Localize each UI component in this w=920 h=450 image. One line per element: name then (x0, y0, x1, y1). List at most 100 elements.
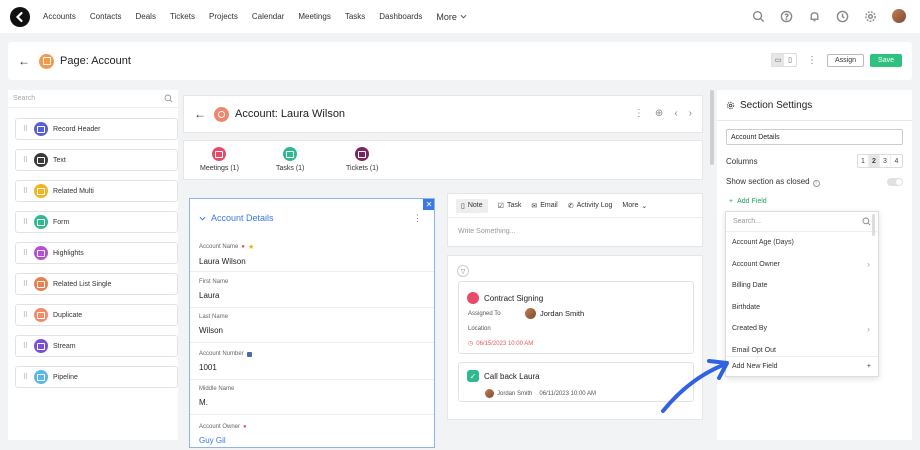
save-button[interactable]: Save (870, 53, 902, 67)
columns-row: Columns 1 2 3 4 (726, 154, 903, 168)
chevron-left-icon[interactable]: ‹ (674, 108, 677, 119)
palette-search-input[interactable]: Search (8, 90, 178, 108)
field-middle-name[interactable]: Middle Name M. (199, 386, 427, 407)
dropdown-item[interactable]: Birthdate (726, 297, 878, 319)
related-meetings[interactable]: Meetings (1) (200, 147, 239, 172)
palette-item[interactable]: ⠿ Form (15, 211, 178, 233)
mobile-icon[interactable]: ▯ (784, 54, 796, 66)
canvas-scrollbar[interactable] (710, 90, 714, 165)
tab-more[interactable]: More ⌄ (622, 202, 647, 210)
user-avatar[interactable] (892, 9, 906, 23)
check-icon[interactable]: ✓ (467, 370, 479, 382)
target-icon[interactable]: ⊕ (655, 108, 663, 119)
component-icon (34, 277, 48, 291)
assign-button[interactable]: Assign (827, 53, 865, 67)
section-more-icon[interactable]: ⋮ (413, 213, 422, 224)
card-title: Contract Signing (467, 292, 543, 304)
nav-meetings[interactable]: Meetings (298, 12, 330, 21)
palette-item[interactable]: ⠿ Stream (15, 335, 178, 357)
add-field-button[interactable]: + Add Field (729, 198, 767, 205)
bell-icon[interactable] (808, 10, 821, 23)
nav-contacts[interactable]: Contacts (90, 12, 122, 21)
add-new-field-button[interactable]: Add New Field + (726, 356, 878, 376)
dropdown-search-input[interactable]: Search... (726, 212, 878, 232)
nav-more-menu[interactable]: More (436, 12, 467, 22)
note-input[interactable]: Write Something... (448, 217, 702, 244)
assigned-label: Assigned To (468, 311, 501, 317)
field-last-name[interactable]: Last Name Wilson (199, 314, 427, 335)
related-tickets[interactable]: Tickets (1) (346, 147, 378, 172)
tab-email[interactable]: ✉ Email (531, 202, 557, 210)
drag-handle-icon[interactable]: ⠿ (19, 342, 31, 350)
field-value: Laura (199, 291, 220, 300)
palette-item[interactable]: ⠿ Record Header (15, 118, 178, 140)
dropdown-item[interactable]: Account Age (Days) (726, 232, 878, 254)
nav-accounts[interactable]: Accounts (43, 12, 76, 21)
dropdown-scrollbar[interactable] (872, 214, 875, 236)
more-options-icon[interactable]: ⋮ (807, 55, 817, 66)
help-icon[interactable] (780, 10, 793, 23)
palette-item[interactable]: ⠿ Pipeline (15, 366, 178, 388)
drag-handle-icon[interactable]: ⠿ (19, 218, 31, 226)
field-first-name[interactable]: First Name Laura (199, 279, 427, 300)
tab-note[interactable]: ▯ Note (456, 198, 488, 213)
nav-projects[interactable]: Projects (209, 12, 238, 21)
back-arrow-icon[interactable]: ← (18, 54, 30, 68)
record-header[interactable]: ← Account: Laura Wilson ⋮ ⊕ ‹ › (183, 95, 703, 133)
field-account-owner[interactable]: Account Owner ● Guy Gil (199, 424, 427, 445)
dropdown-item[interactable]: Created By › (726, 318, 878, 340)
palette-item[interactable]: ⠿ Related Multi (15, 180, 178, 202)
drag-handle-icon[interactable]: ⠿ (19, 311, 31, 319)
chevron-right-icon: › (867, 323, 870, 334)
page-title: Page: Account (60, 55, 131, 67)
chevron-right-icon[interactable]: › (689, 108, 692, 119)
palette-item[interactable]: ⠿ Related List Single (15, 273, 178, 295)
nav-tasks[interactable]: Tasks (345, 12, 365, 21)
palette-item[interactable]: ⠿ Duplicate (15, 304, 178, 326)
app-logo[interactable] (10, 6, 30, 27)
tab-task[interactable]: ☑ Task (498, 202, 522, 210)
drag-handle-icon[interactable]: ⠿ (19, 280, 31, 288)
drag-handle-icon[interactable]: ⠿ (19, 249, 31, 257)
more-options-icon[interactable]: ⋮ (634, 108, 644, 119)
account-owner-link[interactable]: Guy Gil (199, 436, 427, 445)
divider (190, 307, 434, 308)
nav-dashboards[interactable]: Dashboards (379, 12, 422, 21)
search-icon[interactable] (752, 10, 765, 23)
clock-icon[interactable] (836, 10, 849, 23)
drag-handle-icon[interactable]: ⠿ (19, 156, 31, 164)
assignee: Jordan Smith (525, 308, 584, 319)
columns-option-4[interactable]: 4 (891, 155, 902, 167)
closed-toggle[interactable] (887, 177, 903, 186)
field-account-number[interactable]: Account Number 1001 (199, 351, 427, 372)
field-value: Wilson (199, 326, 224, 335)
info-icon[interactable]: i (812, 179, 820, 187)
desktop-icon[interactable]: ▭ (772, 54, 785, 66)
back-arrow-icon[interactable]: ← (194, 107, 206, 121)
columns-option-3[interactable]: 3 (880, 155, 891, 167)
nav-deals[interactable]: Deals (135, 12, 155, 21)
gear-icon[interactable] (864, 10, 877, 23)
section-name-input[interactable]: Account Details (726, 129, 903, 145)
section-title[interactable]: Account Details (199, 213, 274, 223)
columns-option-2[interactable]: 2 (869, 155, 880, 167)
timeline-card-meeting[interactable]: Contract Signing Assigned To Jordan Smit… (458, 281, 694, 354)
drag-handle-icon[interactable]: ⠿ (19, 373, 31, 381)
drag-handle-icon[interactable]: ⠿ (19, 187, 31, 195)
filter-icon[interactable]: ▽ (457, 265, 469, 277)
drag-handle-icon[interactable]: ⠿ (19, 125, 31, 133)
nav-tickets[interactable]: Tickets (170, 12, 195, 21)
account-details-section[interactable]: ✕ Account Details ⋮ Account Name ● ★ Laura… (189, 198, 435, 448)
columns-option-1[interactable]: 1 (858, 155, 869, 167)
tickets-icon (355, 147, 370, 161)
dropdown-item[interactable]: Billing Date (726, 275, 878, 297)
field-account-name[interactable]: Account Name ● ★ Laura Wilson (199, 243, 427, 266)
palette-item[interactable]: ⠿ Text (15, 149, 178, 171)
nav-calendar[interactable]: Calendar (252, 12, 284, 21)
related-tasks[interactable]: Tasks (1) (276, 147, 304, 172)
close-icon[interactable]: ✕ (423, 199, 434, 210)
dropdown-item-label: Billing Date (732, 282, 768, 290)
palette-item[interactable]: ⠿ Highlights (15, 242, 178, 264)
dropdown-item[interactable]: Account Owner › (726, 254, 878, 276)
tab-activity-log[interactable]: ✆ Activity Log (568, 202, 613, 210)
